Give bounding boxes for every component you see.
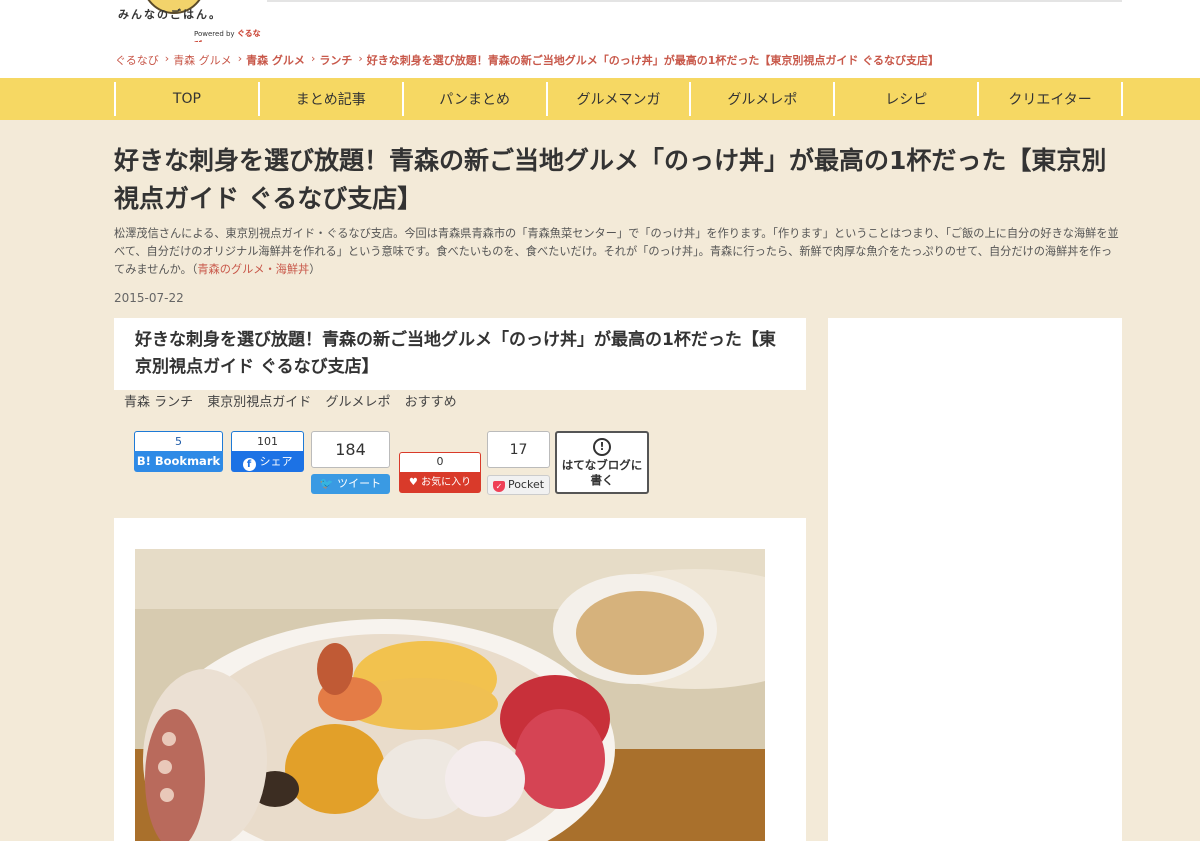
pocket-count: 17 [487, 431, 550, 468]
article-lead: 松澤茂信さんによる、東京別視点ガイド・ぐるなび支店。今回は青森県青森市の「青森魚… [114, 225, 1120, 279]
sidebar [828, 318, 1122, 841]
tag-item[interactable]: 東京別視点ガイド [207, 395, 311, 410]
facebook-share-count: 101 [231, 431, 304, 451]
facebook-share-button[interactable]: 101 f シェア [231, 431, 304, 472]
header-divider [267, 0, 1122, 2]
pocket-icon: ✓ [492, 481, 505, 492]
lead-close: ） [309, 263, 321, 276]
pocket-label-wrap: ✓ Pocket [487, 475, 550, 495]
tag-list: 青森 ランチ 東京別視点ガイド グルメレポ おすすめ [124, 391, 467, 410]
tag-item[interactable]: おすすめ [405, 395, 457, 410]
breadcrumb-separator-icon: › [310, 52, 316, 65]
global-nav: TOP まとめ記事 パンまとめ グルメマンガ グルメレポ レシピ クリエイター [0, 78, 1200, 120]
hatena-bookmark-button[interactable]: 5 B! Bookmark [134, 431, 223, 472]
breadcrumb: ぐるなび › 青森 グルメ › 青森 グルメ › ランチ › 好きな刺身を選び放… [115, 52, 945, 68]
pocket-button[interactable]: 17 ✓ Pocket [487, 431, 550, 495]
article-title: 好きな刺身を選び放題！青森の新ご当地グルメ「のっけ丼」が最高の1杯だった【東京別… [135, 330, 776, 377]
twitter-tweet-label: ツイート [337, 477, 382, 490]
facebook-share-label: シェア [259, 455, 293, 468]
favorite-label: お気に入り [421, 477, 472, 488]
breadcrumb-item[interactable]: 青森 グルメ [246, 52, 305, 68]
logo-text: みんなのごはん。 [118, 8, 222, 21]
breadcrumb-separator-icon: › [164, 52, 170, 65]
hatena-blog-label: はてなブログに書く [561, 458, 643, 487]
page-title: 好きな刺身を選び放題！青森の新ご当地グルメ「のっけ丼」が最高の1杯だった【東京別… [114, 146, 1107, 213]
nav-item-matome[interactable]: まとめ記事 [257, 82, 402, 116]
site-logo[interactable]: みんなのごはん。 Powered by ぐるなび [112, 0, 267, 42]
breadcrumb-item[interactable]: 青森 グルメ [173, 52, 232, 68]
nav-item-creator[interactable]: クリエイター [977, 82, 1124, 116]
hatena-blog-write-button[interactable]: ! はてなブログに書く [555, 431, 649, 494]
nav-item-recipe[interactable]: レシピ [833, 82, 977, 116]
nav-item-pan[interactable]: パンまとめ [401, 82, 546, 116]
favorite-count: 0 [399, 452, 481, 472]
hatena-blog-icon: ! [593, 438, 611, 456]
hatena-bookmark-count: 5 [134, 431, 223, 451]
tag-item[interactable]: 青森 ランチ [124, 395, 193, 410]
nav-item-top[interactable]: TOP [114, 82, 258, 116]
lead-category-link[interactable]: 青森のグルメ・海鮮丼 [197, 263, 309, 276]
twitter-tweet-label-wrap: 🐦 ツイート [311, 474, 390, 494]
facebook-share-label-wrap: f シェア [231, 451, 304, 472]
hatena-bookmark-label: B! Bookmark [134, 451, 223, 472]
twitter-tweet-button[interactable]: 184 🐦 ツイート [311, 431, 390, 494]
breadcrumb-separator-icon: › [358, 52, 363, 65]
favorite-button[interactable]: 0 ♥ お気に入り [399, 452, 481, 493]
tag-item[interactable]: グルメレポ [325, 395, 390, 410]
nav-item-manga[interactable]: グルメマンガ [545, 82, 690, 116]
favorite-label-wrap: ♥ お気に入り [399, 472, 481, 493]
logo-powered-by: Powered by ぐるなび [194, 29, 261, 42]
breadcrumb-item[interactable]: ランチ [319, 52, 352, 68]
nav-item-repo[interactable]: グルメレポ [689, 82, 833, 116]
breadcrumb-current: 好きな刺身を選び放題！青森の新ご当地グルメ「のっけ丼」が最高の1杯だった【東京別… [366, 54, 940, 67]
twitter-tweet-count: 184 [311, 431, 390, 468]
publish-date: 2015-07-22 [114, 291, 184, 305]
twitter-bird-icon: 🐦 [319, 477, 338, 490]
article-header: 好きな刺身を選び放題！青森の新ご当地グルメ「のっけ丼」が最高の1杯だった【東京別… [114, 318, 806, 390]
breadcrumb-item[interactable]: ぐるなび [115, 52, 159, 68]
pocket-label: Pocket [507, 478, 545, 491]
breadcrumb-separator-icon: › [237, 52, 243, 65]
facebook-icon: f [242, 458, 256, 471]
article-photo [135, 549, 765, 841]
site-header: みんなのごはん。 Powered by ぐるなび ぐるなび › 青森 グルメ ›… [0, 0, 1200, 78]
kaisendon-photo-image [135, 549, 765, 841]
heart-icon: ♥ [408, 477, 422, 488]
